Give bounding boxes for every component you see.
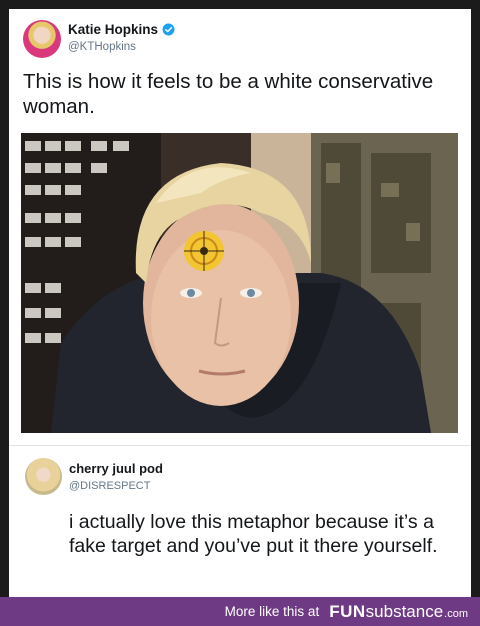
tweet-text: This is how it feels to be a white conse… [23, 70, 434, 118]
reply-author-name[interactable]: cherry juul pod [69, 461, 163, 476]
site-footer-banner[interactable]: More like this at FUN substance .com [0, 597, 480, 626]
author-handle[interactable]: @KTHopkins [68, 41, 136, 53]
author-avatar[interactable] [23, 20, 61, 58]
verified-badge-icon [162, 23, 175, 36]
funsubstance-logo[interactable]: FUN substance .com [329, 602, 468, 622]
more-like-this-text: More like this at [224, 604, 320, 619]
reply-author-handle[interactable]: @DISRESPECT [69, 480, 150, 492]
logo-fun: FUN [329, 601, 366, 621]
screenshot-card: Katie Hopkins @KTHopkins This is how it … [9, 9, 471, 597]
tweet-photo[interactable] [21, 133, 458, 433]
reply-tweet: cherry juul pod @DISRESPECT i actually l… [9, 446, 471, 597]
photo-illustration [21, 133, 458, 433]
reply-author-avatar[interactable] [25, 458, 62, 495]
author-name-row: Katie Hopkins [68, 22, 175, 37]
author-name[interactable]: Katie Hopkins [68, 22, 158, 37]
reply-text: i actually love this metaphor because it… [69, 511, 438, 557]
original-tweet: Katie Hopkins @KTHopkins This is how it … [9, 9, 471, 445]
logo-tld: .com [444, 607, 468, 620]
logo-substance: substance [365, 601, 444, 621]
